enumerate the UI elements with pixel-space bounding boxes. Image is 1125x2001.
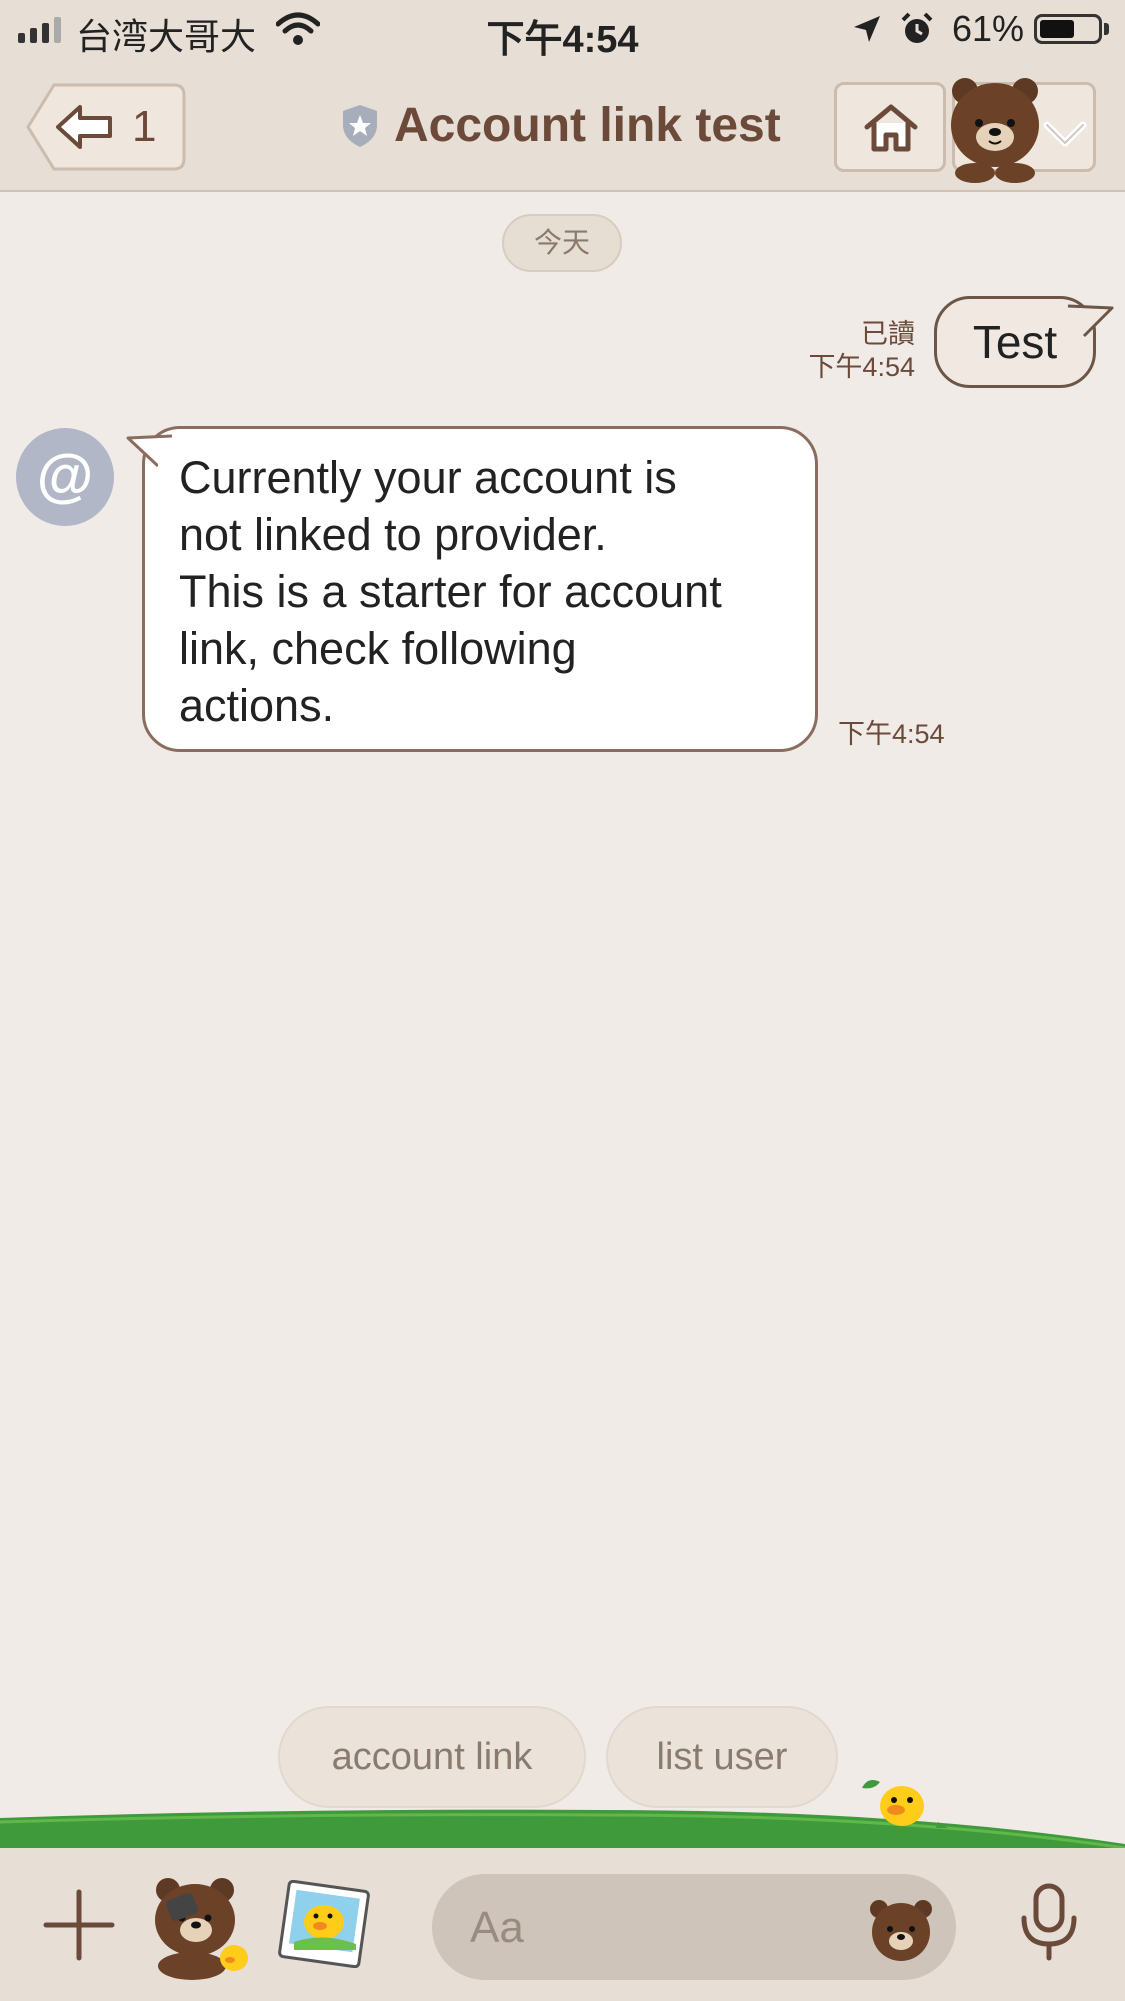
- message-line: actions.: [179, 680, 335, 731]
- battery-nub: [1104, 23, 1109, 35]
- bear-sticker-icon[interactable]: [146, 1870, 252, 1980]
- official-badge-icon: [343, 104, 377, 147]
- page-title: Account link test: [394, 99, 781, 152]
- outgoing-message-meta: 已讀 下午4:54: [808, 318, 915, 384]
- header-title-group: Account link test: [340, 98, 781, 153]
- bear-avatar-icon: [951, 78, 1039, 183]
- unread-count: 1: [132, 102, 157, 151]
- battery-level: [1040, 20, 1074, 38]
- battery-icon: [1034, 14, 1102, 44]
- message-input-bar: [0, 1848, 1125, 2001]
- message-text: Test: [972, 316, 1058, 368]
- location-arrow-icon: [854, 16, 880, 42]
- back-button-frame: [26, 83, 186, 171]
- incoming-message-bubble[interactable]: Currently your account is not linked to …: [142, 426, 818, 752]
- chat-header: 1 Account link test: [0, 62, 1125, 192]
- date-divider: 今天: [502, 214, 622, 272]
- chevron-down-icon: [1043, 121, 1087, 147]
- back-button[interactable]: 1: [24, 82, 188, 172]
- home-icon: [864, 104, 918, 152]
- home-button[interactable]: [834, 82, 946, 172]
- message-line: not linked to provider.: [179, 509, 607, 560]
- bubble-tail: [126, 434, 174, 470]
- chat-menu-button[interactable]: [951, 78, 1096, 183]
- message-time: 下午4:54: [808, 352, 915, 382]
- battery-percent: 61%: [952, 8, 1025, 49]
- bubble-tail: [1066, 304, 1114, 340]
- message-text-field[interactable]: [468, 1874, 852, 1982]
- message-line: This is a starter for account: [179, 566, 722, 617]
- bear-emoji-icon[interactable]: [866, 1896, 936, 1962]
- bot-avatar[interactable]: @: [16, 428, 114, 526]
- grass-decoration: [0, 1780, 1125, 1850]
- sally-photo-icon[interactable]: [278, 1880, 370, 1968]
- plus-icon[interactable]: [42, 1888, 116, 1962]
- status-bar: 台湾大哥大 下午4:54 61%: [0, 0, 1125, 62]
- read-receipt: 已讀: [861, 319, 915, 349]
- microphone-icon[interactable]: [1012, 1882, 1086, 1962]
- message-line: link, check following: [179, 623, 577, 674]
- message-line: Currently your account is: [179, 452, 677, 503]
- alarm-icon: [901, 12, 933, 43]
- message-input[interactable]: [432, 1874, 956, 1982]
- message-time: 下午4:54: [838, 719, 945, 749]
